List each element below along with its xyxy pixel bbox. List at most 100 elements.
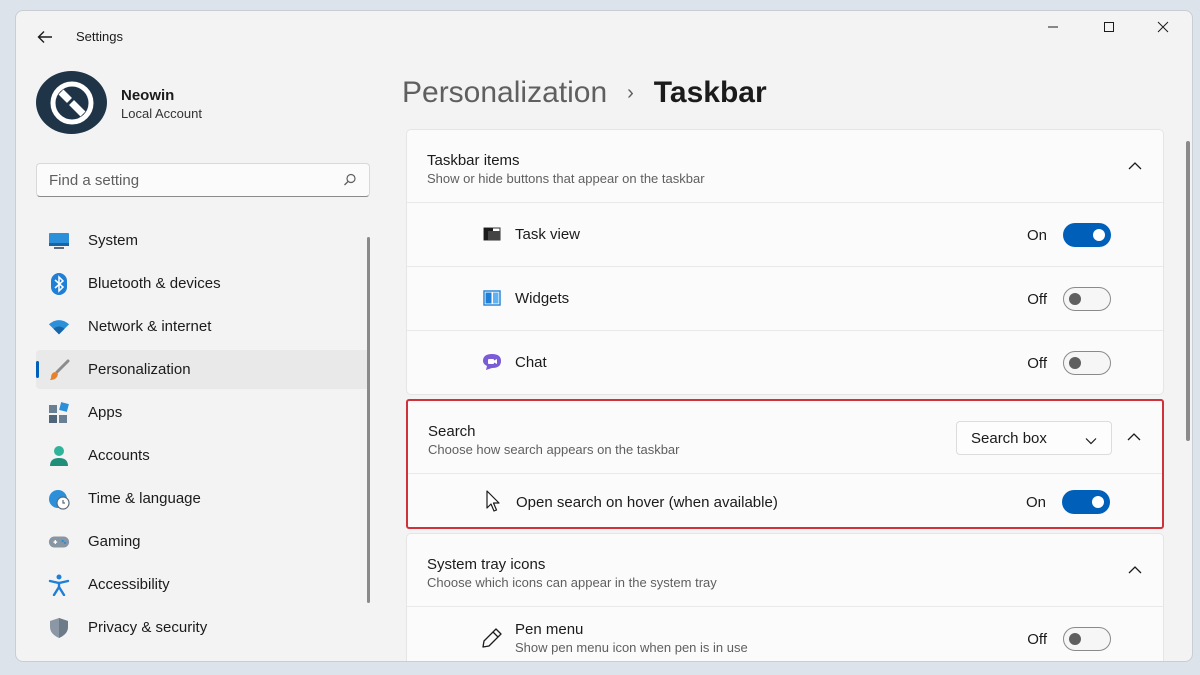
toggle-state: Off xyxy=(1027,355,1047,372)
sidebar-item-label: Accounts xyxy=(88,447,150,464)
maximize-button[interactable] xyxy=(1082,11,1136,43)
sidebar-item-time-language[interactable]: Time & language xyxy=(36,479,370,518)
toggle-state: Off xyxy=(1027,631,1047,648)
sidebar-item-label: Gaming xyxy=(88,533,141,550)
neowin-logo-icon xyxy=(50,81,93,124)
toggle-knob xyxy=(1069,293,1081,305)
page-title: Taskbar xyxy=(653,76,767,109)
section-description: Choose how search appears on the taskbar xyxy=(428,442,680,457)
account-type: Local Account xyxy=(121,106,202,121)
sidebar-item-label: System xyxy=(88,232,139,249)
chevron-up-icon[interactable] xyxy=(1127,158,1143,174)
search-header[interactable]: Search Choose how search appears on the … xyxy=(408,401,1162,473)
sidebar-scrollbar[interactable] xyxy=(367,237,370,603)
chat-icon xyxy=(481,351,503,373)
search-mode-dropdown[interactable]: Search box xyxy=(956,421,1112,455)
cursor-icon xyxy=(482,490,504,512)
gamepad-icon xyxy=(48,531,70,553)
avatar[interactable] xyxy=(36,71,107,134)
sidebar-item-label: Time & language xyxy=(88,490,201,507)
task-view-row: Task view On xyxy=(407,202,1163,266)
sidebar-item-privacy-security[interactable]: Privacy & security xyxy=(36,608,370,647)
accessibility-icon xyxy=(48,574,70,596)
sidebar-item-label: Personalization xyxy=(88,361,191,378)
globe-clock-icon xyxy=(48,488,70,510)
search-input[interactable] xyxy=(49,170,329,190)
chevron-down-icon xyxy=(1085,432,1097,450)
pen-icon xyxy=(481,627,503,649)
sidebar-item-accessibility[interactable]: Accessibility xyxy=(36,565,370,604)
search-card: Search Choose how search appears on the … xyxy=(406,399,1164,529)
close-button[interactable] xyxy=(1136,11,1190,43)
setting-label: Open search on hover (when available) xyxy=(516,494,778,511)
dropdown-value: Search box xyxy=(971,430,1047,447)
sidebar-item-system[interactable]: System xyxy=(36,221,370,260)
maximize-icon xyxy=(1104,22,1114,32)
chevron-up-icon[interactable] xyxy=(1126,429,1142,445)
widgets-icon xyxy=(481,287,503,309)
toggle-state: On xyxy=(1026,227,1047,244)
system-tray-card: System tray icons Choose which icons can… xyxy=(406,533,1164,661)
minimize-button[interactable] xyxy=(1026,11,1080,43)
setting-description: Show pen menu icon when pen is in use xyxy=(515,640,748,655)
toggle-knob xyxy=(1093,229,1105,241)
breadcrumb-parent[interactable]: Personalization xyxy=(402,76,607,110)
wifi-icon xyxy=(48,316,70,338)
section-title: System tray icons xyxy=(427,556,546,573)
setting-label: Chat xyxy=(515,354,547,371)
chevron-up-icon[interactable] xyxy=(1127,562,1143,578)
search-hover-toggle[interactable] xyxy=(1062,490,1110,514)
search-box[interactable] xyxy=(36,163,370,197)
person-icon xyxy=(48,445,70,467)
taskbar-items-card: Taskbar items Show or hide buttons that … xyxy=(406,129,1164,395)
back-button[interactable] xyxy=(32,25,58,49)
setting-label: Widgets xyxy=(515,290,570,307)
search-hover-row: Open search on hover (when available) On xyxy=(408,473,1162,527)
chat-toggle[interactable] xyxy=(1063,351,1111,375)
sidebar-item-label: Network & internet xyxy=(88,318,212,335)
sidebar-item-gaming[interactable]: Gaming xyxy=(36,522,370,561)
widgets-row: Widgets Off xyxy=(407,266,1163,330)
settings-content: Taskbar items Show or hide buttons that … xyxy=(406,129,1164,661)
sidebar-nav: System Bluetooth & devices Network & int… xyxy=(36,221,370,651)
taskbar-items-header[interactable]: Taskbar items Show or hide buttons that … xyxy=(407,130,1163,202)
bluetooth-icon xyxy=(48,273,70,295)
title-bar: Settings xyxy=(16,11,1192,63)
sidebar-item-apps[interactable]: Apps xyxy=(36,393,370,432)
sidebar-item-label: Privacy & security xyxy=(88,619,208,636)
toggle-knob xyxy=(1069,357,1081,369)
monitor-icon xyxy=(48,230,70,252)
sidebar-item-accounts[interactable]: Accounts xyxy=(36,436,370,475)
active-indicator xyxy=(36,361,39,378)
pen-menu-row: Pen menu Show pen menu icon when pen is … xyxy=(407,606,1163,661)
section-description: Choose which icons can appear in the sys… xyxy=(427,575,717,590)
shield-icon xyxy=(48,617,70,639)
setting-label: Task view xyxy=(515,226,581,243)
toggle-state: Off xyxy=(1027,291,1047,308)
sidebar-item-network[interactable]: Network & internet xyxy=(36,307,370,346)
paintbrush-icon xyxy=(48,359,70,381)
section-title: Search xyxy=(428,423,476,440)
sidebar-item-personalization[interactable]: Personalization xyxy=(36,350,370,389)
task-view-icon xyxy=(481,223,503,245)
search-icon[interactable] xyxy=(343,173,357,192)
toggle-knob xyxy=(1092,496,1104,508)
settings-window: Settings Neowin Local Account System xyxy=(15,10,1193,662)
breadcrumb-separator: › xyxy=(627,81,634,104)
content-scrollbar[interactable] xyxy=(1186,141,1190,441)
pen-menu-toggle[interactable] xyxy=(1063,627,1111,651)
widgets-toggle[interactable] xyxy=(1063,287,1111,311)
sidebar-item-label: Bluetooth & devices xyxy=(88,275,221,292)
section-title: Taskbar items xyxy=(427,152,520,169)
breadcrumb: Personalization › Taskbar xyxy=(402,71,767,115)
task-view-toggle[interactable] xyxy=(1063,223,1111,247)
sidebar-item-bluetooth[interactable]: Bluetooth & devices xyxy=(36,264,370,303)
toggle-knob xyxy=(1069,633,1081,645)
setting-label: Pen menu xyxy=(515,621,584,638)
app-title: Settings xyxy=(76,29,123,44)
minimize-icon xyxy=(1048,26,1058,28)
sidebar-item-label: Accessibility xyxy=(88,576,170,593)
apps-icon xyxy=(48,402,70,424)
system-tray-header[interactable]: System tray icons Choose which icons can… xyxy=(407,534,1163,606)
arrow-left-icon xyxy=(37,31,52,43)
